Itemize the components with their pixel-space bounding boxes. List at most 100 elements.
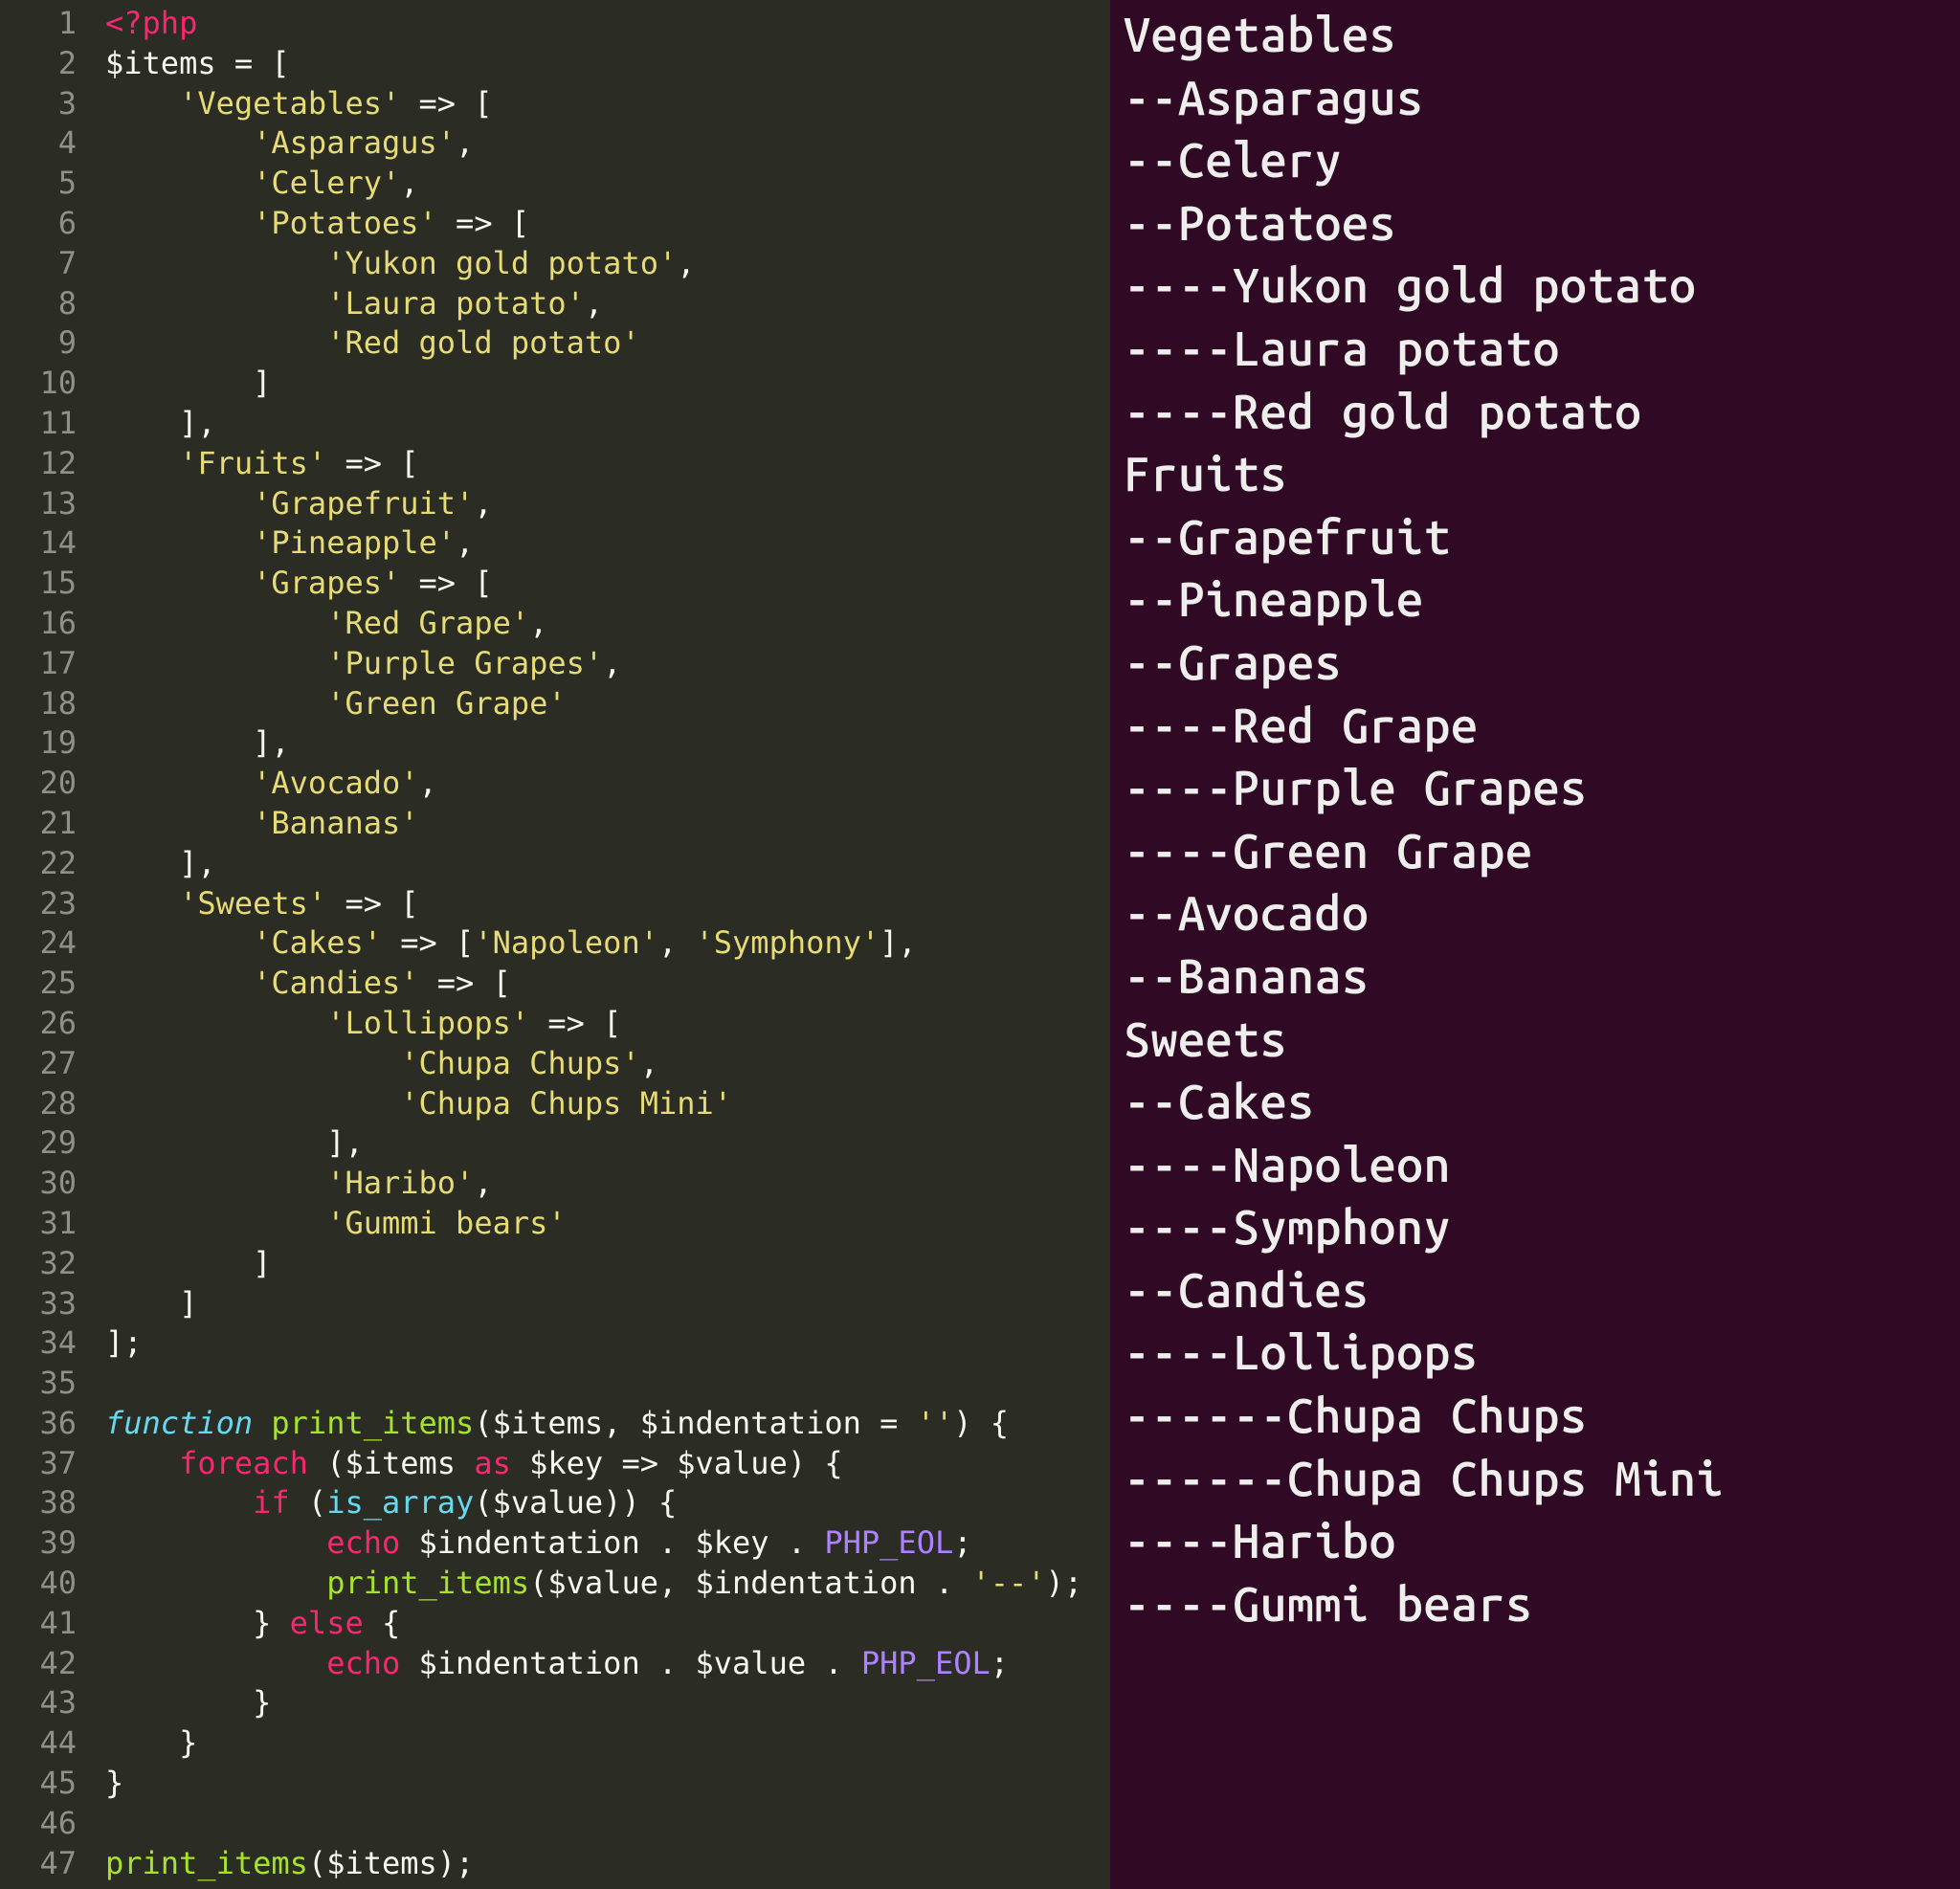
code-line[interactable]: } else {	[105, 1604, 1110, 1644]
token-str: 'Green Grape'	[326, 685, 566, 722]
code-content[interactable]: <?php$items = [ 'Vegetables' => [ 'Aspar…	[105, 4, 1110, 1889]
code-line[interactable]: 'Red Grape',	[105, 604, 1110, 644]
line-number: 7	[0, 244, 77, 284]
code-line[interactable]: ]	[105, 1284, 1110, 1324]
terminal-output[interactable]: Vegetables--Asparagus--Celery--Potatoes-…	[1110, 0, 1960, 1889]
code-line[interactable]: <?php	[105, 4, 1110, 44]
line-number: 9	[0, 323, 77, 364]
token-op: .	[640, 1645, 696, 1681]
code-line[interactable]	[105, 1804, 1110, 1844]
code-line[interactable]: 'Purple Grapes',	[105, 644, 1110, 684]
token-kw2: echo	[326, 1645, 400, 1681]
token-var: $value	[547, 1565, 658, 1601]
token-str: 'Yukon gold potato'	[326, 245, 677, 281]
token-str: 'Asparagus'	[253, 124, 456, 161]
code-line[interactable]: }	[105, 1723, 1110, 1764]
token-str: 'Red Grape'	[326, 605, 529, 641]
code-line[interactable]: 'Pineapple',	[105, 523, 1110, 564]
token-op	[105, 1524, 326, 1561]
code-line[interactable]: ],	[105, 723, 1110, 764]
terminal-line: ----Yukon gold potato	[1124, 255, 1952, 318]
terminal-line: ----Green Grape	[1124, 820, 1952, 883]
code-line[interactable]: 'Avocado',	[105, 764, 1110, 804]
line-number: 25	[0, 964, 77, 1004]
token-str: 'Candies'	[253, 965, 418, 1001]
token-op	[105, 1165, 326, 1201]
token-str: 'Potatoes'	[253, 205, 437, 241]
code-line[interactable]: 'Celery',	[105, 164, 1110, 204]
code-line[interactable]: ];	[105, 1323, 1110, 1364]
token-op: ,	[419, 765, 437, 801]
token-op	[253, 1405, 271, 1441]
code-line[interactable]: }	[105, 1683, 1110, 1723]
code-line[interactable]: echo $indentation . $key . PHP_EOL;	[105, 1523, 1110, 1564]
token-fn: print_items	[271, 1405, 474, 1441]
code-line[interactable]: 'Haribo',	[105, 1164, 1110, 1204]
code-line[interactable]: 'Chupa Chups Mini'	[105, 1084, 1110, 1124]
line-number: 17	[0, 644, 77, 684]
token-op: {	[364, 1605, 401, 1641]
code-line[interactable]: function print_items($items, $indentatio…	[105, 1404, 1110, 1444]
token-str: 'Symphony'	[696, 924, 880, 961]
token-str: 'Cakes'	[253, 924, 382, 961]
code-line[interactable]: 'Fruits' => [	[105, 444, 1110, 484]
token-op: ,	[640, 1045, 658, 1081]
code-line[interactable]: }	[105, 1764, 1110, 1804]
code-line[interactable]: 'Lollipops' => [	[105, 1004, 1110, 1044]
terminal-line: --Bananas	[1124, 945, 1952, 1009]
code-line[interactable]: 'Grapes' => [	[105, 564, 1110, 604]
code-line[interactable]: 'Bananas'	[105, 804, 1110, 844]
code-line[interactable]: 'Candies' => [	[105, 964, 1110, 1004]
code-line[interactable]: 'Grapefruit',	[105, 484, 1110, 524]
terminal-line: ----Purple Grapes	[1124, 757, 1952, 820]
code-line[interactable]: 'Chupa Chups',	[105, 1044, 1110, 1084]
code-line[interactable]: 'Asparagus',	[105, 123, 1110, 164]
code-line[interactable]: 'Gummi bears'	[105, 1204, 1110, 1244]
terminal-line: --Candies	[1124, 1259, 1952, 1322]
token-op	[105, 965, 253, 1001]
token-str: 'Chupa Chups'	[400, 1045, 639, 1081]
token-op: ;	[953, 1524, 971, 1561]
code-line[interactable]: 'Vegetables' => [	[105, 84, 1110, 124]
code-line[interactable]: if (is_array($value)) {	[105, 1483, 1110, 1523]
line-number: 10	[0, 364, 77, 404]
token-op: ,	[474, 1165, 492, 1201]
terminal-line: ----Lollipops	[1124, 1322, 1952, 1385]
code-line[interactable]: 'Potatoes' => [	[105, 204, 1110, 244]
code-line[interactable]: echo $indentation . $value . PHP_EOL;	[105, 1644, 1110, 1684]
code-line[interactable]: 'Red gold potato'	[105, 323, 1110, 364]
terminal-line: --Pineapple	[1124, 568, 1952, 632]
token-kw2: else	[290, 1605, 364, 1641]
token-kw: function	[105, 1405, 253, 1441]
code-line[interactable]: 'Yukon gold potato',	[105, 244, 1110, 284]
code-line[interactable]: 'Green Grape'	[105, 684, 1110, 724]
code-line[interactable]: ],	[105, 404, 1110, 444]
code-line[interactable]	[105, 1364, 1110, 1404]
token-op: => [	[382, 924, 474, 961]
line-number: 22	[0, 844, 77, 884]
code-line[interactable]: ]	[105, 1244, 1110, 1284]
code-line[interactable]: 'Laura potato',	[105, 284, 1110, 324]
token-str: 'Pineapple'	[253, 524, 456, 561]
token-op	[456, 1445, 474, 1481]
token-op: ,	[400, 165, 418, 201]
line-number: 29	[0, 1123, 77, 1164]
token-op: (	[290, 1484, 327, 1521]
line-number: 4	[0, 123, 77, 164]
code-line[interactable]: $items = [	[105, 44, 1110, 84]
code-line[interactable]: 'Sweets' => [	[105, 884, 1110, 924]
code-line[interactable]: foreach ($items as $key => $value) {	[105, 1444, 1110, 1484]
code-line[interactable]: ]	[105, 364, 1110, 404]
line-number: 40	[0, 1564, 77, 1604]
code-line[interactable]: print_items($value, $indentation . '--')…	[105, 1564, 1110, 1604]
code-line[interactable]: print_items($items);	[105, 1844, 1110, 1884]
token-op: => [	[326, 885, 418, 922]
code-line[interactable]: ],	[105, 844, 1110, 884]
code-line[interactable]: 'Cakes' => ['Napoleon', 'Symphony'],	[105, 923, 1110, 964]
terminal-line: --Cakes	[1124, 1071, 1952, 1134]
token-var: $value	[696, 1645, 807, 1681]
token-op	[511, 1445, 529, 1481]
token-op: ,	[456, 124, 474, 161]
code-line[interactable]: ],	[105, 1123, 1110, 1164]
code-editor[interactable]: 1234567891011121314151617181920212223242…	[0, 0, 1110, 1889]
